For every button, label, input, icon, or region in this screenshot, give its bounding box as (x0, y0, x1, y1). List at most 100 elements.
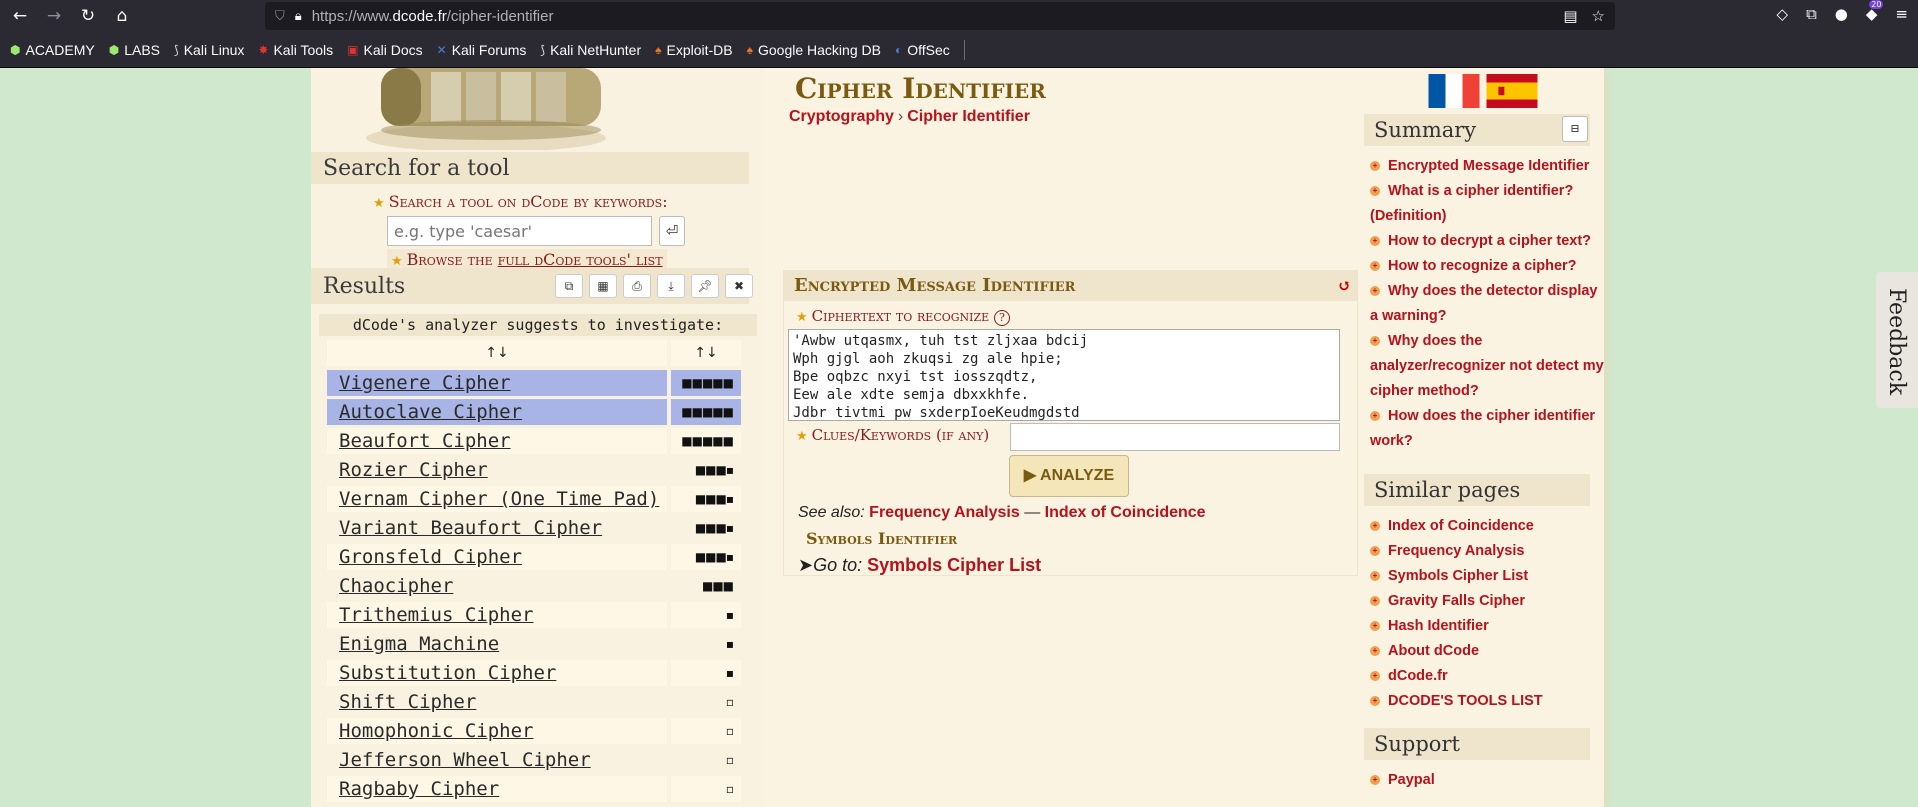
result-link[interactable]: Rozier Cipher (327, 457, 667, 483)
result-link[interactable]: Beaufort Cipher (327, 428, 667, 454)
similar-page-link[interactable]: + Symbols Cipher List (1370, 564, 1606, 589)
bullet-icon: + (1370, 286, 1380, 297)
similar-page-link[interactable]: + Index of Coincidence (1370, 514, 1606, 539)
pocket-icon[interactable]: ◇ (1777, 5, 1789, 23)
bullet-icon: + (1370, 671, 1380, 682)
result-link[interactable]: Trithemius Cipher (327, 602, 667, 628)
search-input[interactable] (387, 216, 652, 246)
similar-page-link[interactable]: + dCode.fr (1370, 664, 1606, 689)
bullet-icon: + (1370, 161, 1380, 172)
bullet-icon: + (1370, 261, 1380, 272)
summary-link[interactable]: + What is a cipher identifier? (Definitio… (1370, 179, 1606, 229)
result-link[interactable]: Substitution Cipher (327, 660, 667, 686)
similar-page-link[interactable]: + DCODE'S TOOLS LIST (1370, 689, 1606, 714)
page: Search for a tool ★ Search a tool on dCod… (0, 68, 1918, 807)
lock-icon[interactable]: 🔒︎ (295, 9, 302, 24)
browse-tools-link[interactable]: ★ Browse the full dCode tools' list (387, 249, 667, 270)
result-link[interactable]: Enigma Machine (327, 631, 667, 657)
copy-icon[interactable]: ⧉ (555, 274, 583, 298)
bookmark-offsec[interactable]: ◐ OffSec (895, 42, 950, 58)
close-icon[interactable]: ✖ (725, 274, 753, 298)
bookmark-kali-docs[interactable]: ▣ Kali Docs (347, 42, 422, 58)
search-submit-icon[interactable]: ⏎ (659, 216, 685, 246)
similar-page-link-label: Index of Coincidence (1388, 518, 1534, 534)
clues-label: ★ Clues/Keywords (if any) (796, 426, 990, 444)
save-icon[interactable]: ▦ (589, 274, 617, 298)
bookmark-academy[interactable]: ⬢ ACADEMY (10, 42, 95, 58)
link-index-of-coincidence[interactable]: Index of Coincidence (1045, 504, 1206, 521)
menu-icon[interactable]: ≡ (1895, 5, 1908, 23)
result-link[interactable]: Vernam Cipher (One Time Pad) (327, 486, 667, 512)
clues-input[interactable] (1010, 423, 1340, 451)
result-link[interactable]: Homophonic Cipher (327, 718, 667, 744)
result-link[interactable]: Jefferson Wheel Cipher (327, 747, 667, 773)
bookmark-ghdb[interactable]: ♠ Google Hacking DB (747, 42, 881, 58)
url-bar[interactable]: ⛉ 🔒︎ https://www.dcode.fr/cipher-identif… (265, 2, 1615, 30)
result-link[interactable]: Chaocipher (327, 573, 667, 599)
summary-link[interactable]: + Encrypted Message Identifier (1370, 154, 1606, 179)
similar-page-link[interactable]: + Frequency Analysis (1370, 539, 1606, 564)
breadcrumb-cipher-identifier[interactable]: Cipher Identifier (907, 108, 1030, 125)
result-score: ▫ (725, 695, 734, 709)
analyze-button[interactable]: ▶ ANALYZE (1009, 455, 1129, 497)
bookmark-exploit-db[interactable]: ♠ Exploit-DB (655, 42, 733, 58)
summary-link[interactable]: + How does the cipher identifier work? (1370, 404, 1606, 454)
sort-name-button[interactable]: ↑↓ (327, 340, 667, 366)
spanish-flag-icon[interactable] (1486, 74, 1538, 108)
summary-link[interactable]: + How to recognize a cipher? (1370, 254, 1606, 279)
bookmarks-bar: ⬢ ACADEMY ⬢ LABS ⟆ Kali Linux ✸ Kali Tools ▣… (0, 32, 1918, 68)
result-link[interactable]: Autoclave Cipher (327, 399, 667, 425)
symbols-identifier-link[interactable]: Symbols Identifier (806, 529, 957, 548)
home-icon[interactable]: ⌂ (108, 2, 136, 30)
url-text: https://www.dcode.fr/cipher-identifier (311, 7, 554, 25)
link-symbols-cipher-list[interactable]: Symbols Cipher List (867, 555, 1041, 575)
help-icon[interactable]: ? (993, 310, 1010, 326)
similar-page-link[interactable]: + About dCode (1370, 639, 1606, 664)
bookmark-star-icon[interactable]: ☆ (1592, 7, 1605, 25)
bookmark-kali-linux[interactable]: ⟆ Kali Linux (174, 42, 244, 58)
bookmark-kali-tools[interactable]: ✸ Kali Tools (258, 42, 333, 58)
summary-link[interactable]: + Why does the detector display a warning… (1370, 279, 1606, 329)
reader-mode-icon[interactable]: ▤ (1563, 7, 1577, 25)
forward-icon[interactable]: → (40, 2, 68, 30)
bullet-icon: + (1370, 571, 1380, 582)
notifications-icon[interactable]: ◆ 20 (1866, 0, 1884, 23)
cube-icon: ⬢ (10, 42, 21, 57)
extensions-icon[interactable]: ⧉ (1806, 5, 1817, 23)
result-link[interactable]: Ragbaby Cipher (327, 776, 667, 802)
see-also-label: See also: (798, 504, 865, 521)
support-heading: Support (1364, 728, 1590, 760)
ciphertext-input[interactable]: 'Awbw utqasmx, tuh tst zljxaa bdcij Wph … (788, 329, 1340, 421)
bookmark-kali-forums[interactable]: ✕ Kali Forums (437, 42, 527, 58)
download-icon[interactable]: ⤓ (657, 274, 685, 298)
back-icon[interactable]: ← (6, 2, 34, 30)
pin-icon[interactable]: 📌︎ (691, 274, 719, 298)
sort-score-button[interactable]: ↑↓ (671, 340, 741, 366)
breadcrumb-separator: › (897, 108, 904, 125)
bookmark-kali-nethunter[interactable]: ⟆ Kali NetHunter (540, 42, 641, 58)
bookmark-labs[interactable]: ⬢ LABS (109, 42, 160, 58)
print-icon[interactable]: ⎙ (623, 274, 651, 298)
feedback-label: Feedback (1884, 288, 1909, 396)
reload-icon[interactable]: ↻ (74, 2, 102, 30)
result-link[interactable]: Vigenere Cipher (327, 370, 667, 396)
similar-page-link[interactable]: + Gravity Falls Cipher (1370, 589, 1606, 614)
result-link[interactable]: Variant Beaufort Cipher (327, 515, 667, 541)
collapse-icon[interactable]: ⊟ (1562, 116, 1588, 142)
similar-pages-title: Similar pages (1374, 478, 1521, 502)
similar-page-link[interactable]: + Hash Identifier (1370, 614, 1606, 639)
link-frequency-analysis[interactable]: Frequency Analysis (869, 504, 1020, 521)
result-link[interactable]: Gronsfeld Cipher (327, 544, 667, 570)
breadcrumb-cryptography[interactable]: Cryptography (789, 108, 894, 125)
summary-link[interactable]: + Why does the analyzer/recognizer not de… (1370, 329, 1606, 404)
result-link[interactable]: Shift Cipher (327, 689, 667, 715)
summary-link[interactable]: + How to decrypt a cipher text? (1370, 229, 1606, 254)
reset-icon[interactable]: ↺ (1338, 271, 1351, 301)
browse-tools-list-link[interactable]: full dCode tools' list (498, 250, 663, 269)
result-score: ■■■▪ (694, 463, 734, 477)
tracking-shield-icon[interactable]: ⛉ (275, 9, 285, 24)
support-link[interactable]: + Paypal (1370, 768, 1606, 793)
french-flag-icon[interactable] (1428, 74, 1480, 108)
feedback-tab[interactable]: Feedback (1876, 272, 1918, 408)
account-icon[interactable]: ● (1835, 5, 1848, 23)
